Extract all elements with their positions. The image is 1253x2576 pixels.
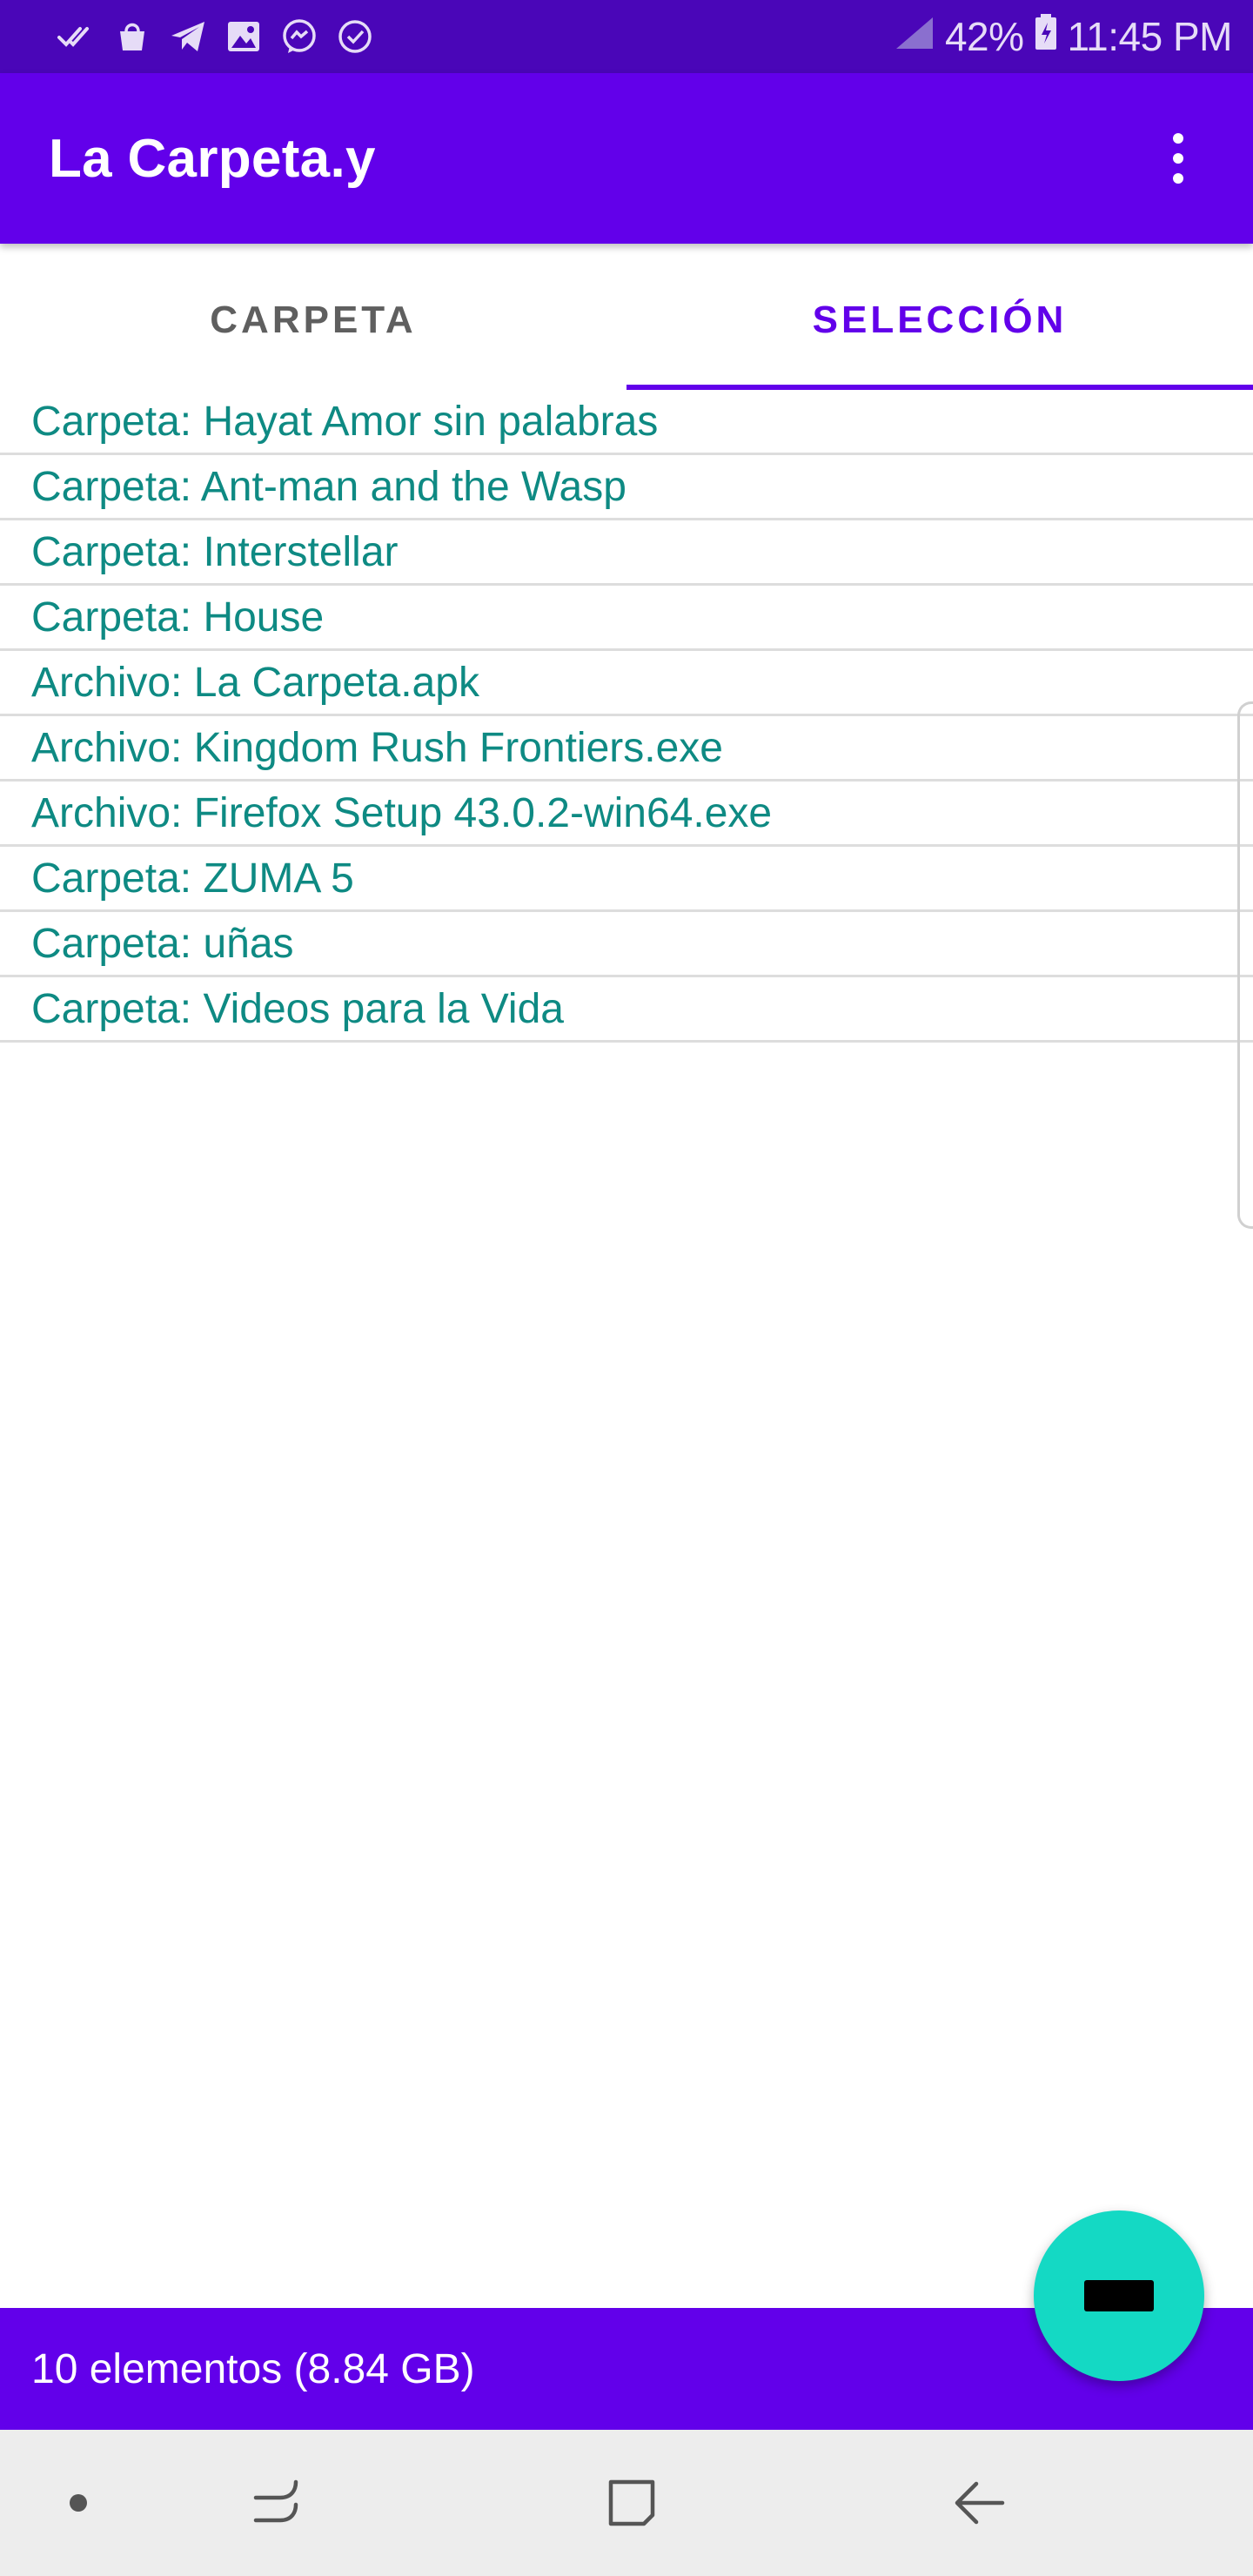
more-vert-icon[interactable]	[1152, 115, 1204, 202]
double-check-icon	[57, 17, 96, 56]
app-title: La Carpeta.y	[49, 128, 376, 189]
system-status: 42% 11:45 PM	[895, 13, 1233, 60]
shopping-bag-icon	[113, 17, 151, 56]
check-circle-icon	[336, 17, 374, 56]
tab-seleccion[interactable]: SELECCIÓN	[626, 244, 1253, 390]
battery-percent: 42%	[944, 14, 1024, 59]
back-icon[interactable]	[936, 2430, 1023, 2576]
list-item[interactable]: Carpeta: Videos para la Vida	[0, 977, 1253, 1043]
tab-carpeta[interactable]: CARPETA	[0, 244, 626, 390]
list-item[interactable]: Carpeta: uñas	[0, 912, 1253, 977]
list-item[interactable]: Carpeta: Ant-man and the Wasp	[0, 455, 1253, 520]
telegram-icon	[169, 17, 207, 56]
messenger-icon	[280, 17, 318, 56]
status-bar: 42% 11:45 PM	[0, 0, 1253, 73]
list-item[interactable]: Carpeta: ZUMA 5	[0, 847, 1253, 912]
notification-icons	[57, 17, 374, 56]
selection-summary: 10 elementos (8.84 GB)	[31, 2345, 475, 2392]
selection-list: Carpeta: Hayat Amor sin palabras Carpeta…	[0, 390, 1253, 1043]
list-item[interactable]: Carpeta: House	[0, 586, 1253, 651]
list-item[interactable]: Archivo: La Carpeta.apk	[0, 651, 1253, 716]
minus-icon	[1084, 2280, 1154, 2311]
list-item[interactable]: Archivo: Kingdom Rush Frontiers.exe	[0, 716, 1253, 782]
edge-panel-handle[interactable]	[1237, 701, 1253, 1229]
home-icon[interactable]	[588, 2430, 675, 2576]
list-item[interactable]: Carpeta: Interstellar	[0, 520, 1253, 586]
remove-fab-button[interactable]	[1034, 2210, 1204, 2381]
battery-icon	[1035, 13, 1057, 60]
app-bar: La Carpeta.y	[0, 73, 1253, 244]
list-item[interactable]: Carpeta: Hayat Amor sin palabras	[0, 390, 1253, 455]
recent-apps-icon[interactable]	[235, 2430, 322, 2576]
image-icon	[224, 17, 263, 56]
list-item[interactable]: Archivo: Firefox Setup 43.0.2-win64.exe	[0, 782, 1253, 847]
dot-icon[interactable]	[44, 2430, 113, 2576]
signal-icon	[895, 13, 935, 60]
system-nav-bar	[0, 2430, 1253, 2576]
tab-bar: CARPETA SELECCIÓN	[0, 244, 1253, 390]
clock: 11:45 PM	[1067, 14, 1233, 59]
